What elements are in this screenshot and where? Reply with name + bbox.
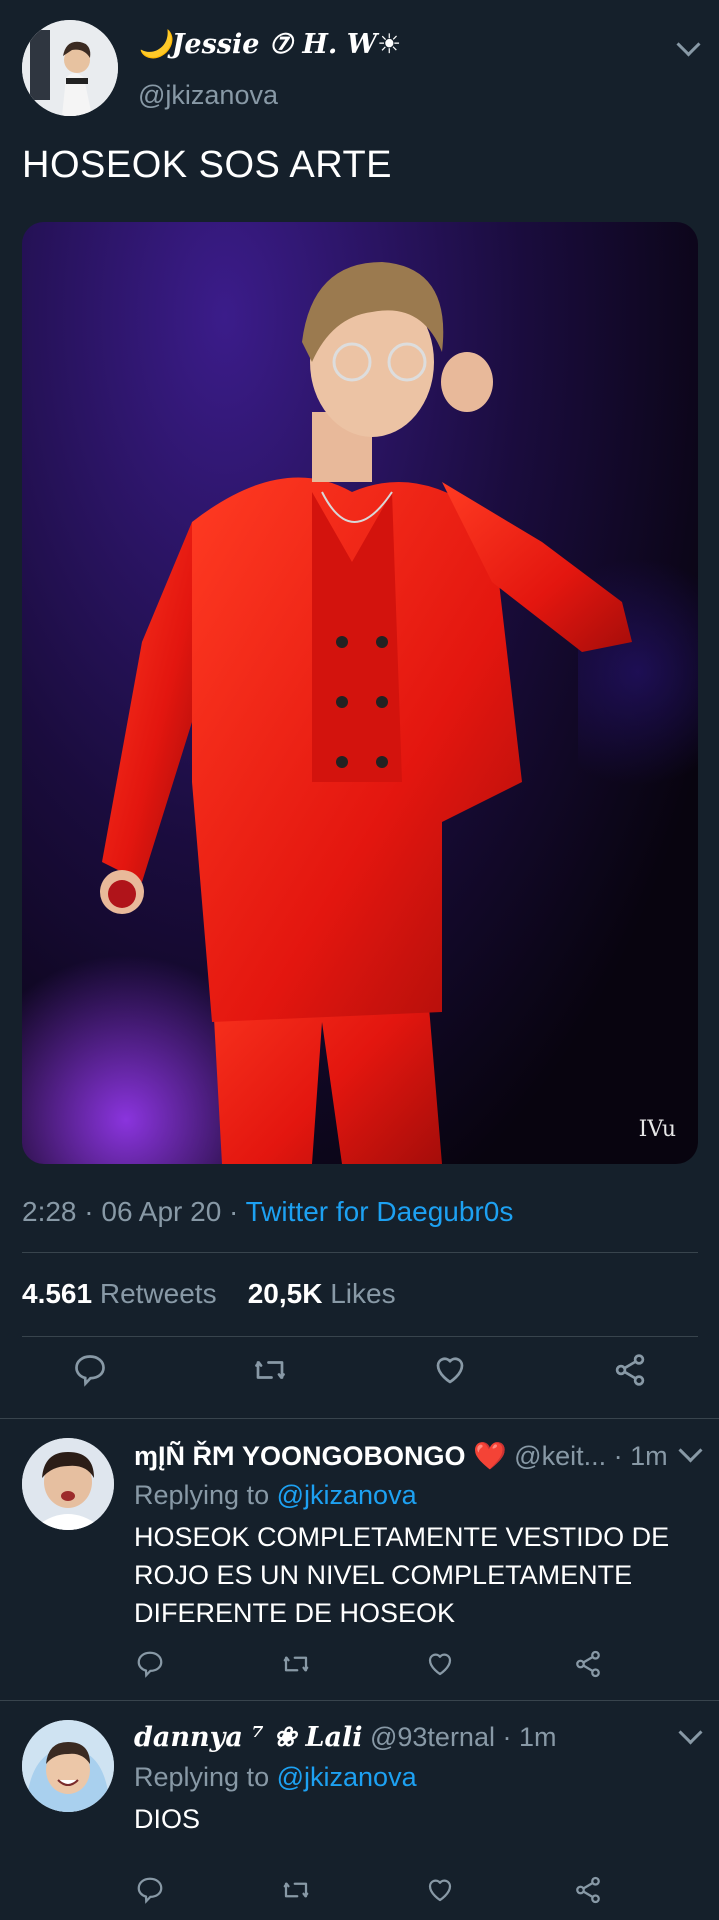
reply-handle[interactable]: @93ternal <box>370 1722 495 1752</box>
replying-prefix: Replying to <box>134 1480 270 1510</box>
reply-actions <box>0 1646 719 1686</box>
like-icon[interactable] <box>430 1350 470 1390</box>
likes-count[interactable]: 20,5K <box>248 1278 323 1309</box>
retweet-icon[interactable] <box>276 1872 316 1908</box>
separator: · <box>613 1441 623 1471</box>
retweet-icon[interactable] <box>248 1350 292 1390</box>
reply-icon[interactable] <box>132 1646 168 1682</box>
reply-time: 1m <box>519 1722 557 1752</box>
reply-icon[interactable] <box>132 1872 168 1908</box>
avatar[interactable] <box>22 1720 114 1812</box>
reply-display-name[interactable]: dannya ⁷ ❀ Lali <box>134 1722 362 1753</box>
reply-tweet[interactable]: dannya ⁷ ❀ Lali @93ternal · 1m Replying … <box>0 1700 719 1920</box>
like-icon[interactable] <box>422 1872 458 1908</box>
tweet-source-link[interactable]: Twitter for Daegubr0s <box>246 1196 514 1227</box>
photo-figure <box>100 262 632 1164</box>
reply-text: DIOS <box>134 1804 201 1834</box>
tweet-timestamp: 2:28 · 06 Apr 20 · Twitter for Daegubr0s <box>22 1196 513 1228</box>
retweets-label[interactable]: Retweets <box>100 1278 217 1309</box>
separator: · <box>229 1196 239 1227</box>
tweet-photo[interactable]: IVu <box>22 222 698 1164</box>
share-icon[interactable] <box>570 1646 606 1682</box>
author-display-name[interactable]: 🌙Jessie ⑦ H. W☀ <box>138 28 401 60</box>
reply-time: 1m <box>630 1441 668 1471</box>
retweets-count[interactable]: 4.561 <box>22 1278 92 1309</box>
reply-header: dannya ⁷ ❀ Lali @93ternal · 1m <box>134 1722 557 1753</box>
reply-text: HOSEOK COMPLETAMENTE VESTIDO DE ROJO ES … <box>134 1522 670 1628</box>
reply-handle[interactable]: @keit... <box>514 1441 606 1471</box>
separator: · <box>84 1196 94 1227</box>
author-avatar[interactable] <box>22 20 118 116</box>
photo-watermark: IVu <box>638 1117 676 1142</box>
tweet-actions <box>0 1350 719 1410</box>
replying-to-link[interactable]: @jkizanova <box>277 1480 417 1510</box>
replying-to: Replying to @jkizanova <box>134 1480 417 1511</box>
separator: · <box>502 1722 512 1752</box>
tweet-date: 06 Apr 20 <box>101 1196 222 1227</box>
chevron-down-icon[interactable] <box>678 1438 703 1463</box>
chevron-down-icon[interactable] <box>678 1720 703 1745</box>
share-icon[interactable] <box>610 1350 650 1390</box>
reply-display-name[interactable]: ɱĮÑ ŘϺ YOONGOBONGO ❤️ <box>134 1441 507 1471</box>
reply-icon[interactable] <box>70 1350 110 1390</box>
reply-tweet[interactable]: ɱĮÑ ŘϺ YOONGOBONGO ❤️ @keit... · 1m Repl… <box>0 1418 719 1700</box>
divider <box>22 1336 698 1337</box>
retweet-icon[interactable] <box>276 1646 316 1682</box>
avatar[interactable] <box>22 1438 114 1530</box>
author-handle[interactable]: @jkizanova <box>138 80 278 111</box>
replying-prefix: Replying to <box>134 1762 270 1792</box>
like-icon[interactable] <box>422 1646 458 1682</box>
likes-label[interactable]: Likes <box>330 1278 395 1309</box>
reply-header: ɱĮÑ ŘϺ YOONGOBONGO ❤️ @keit... · 1m <box>134 1440 668 1472</box>
divider <box>22 1252 698 1253</box>
replying-to: Replying to @jkizanova <box>134 1762 417 1793</box>
reply-actions <box>0 1872 719 1912</box>
tweet-stats: 4.561 Retweets 20,5K Likes <box>22 1278 396 1310</box>
chevron-down-icon[interactable] <box>676 32 701 57</box>
share-icon[interactable] <box>570 1872 606 1908</box>
main-tweet-body: 🌙Jessie ⑦ H. W☀ @jkizanova HOSEOK SOS AR… <box>0 0 719 1418</box>
tweet-time: 2:28 <box>22 1196 77 1227</box>
replying-to-link[interactable]: @jkizanova <box>277 1762 417 1792</box>
tweet-text: HOSEOK SOS ARTE <box>22 144 393 186</box>
